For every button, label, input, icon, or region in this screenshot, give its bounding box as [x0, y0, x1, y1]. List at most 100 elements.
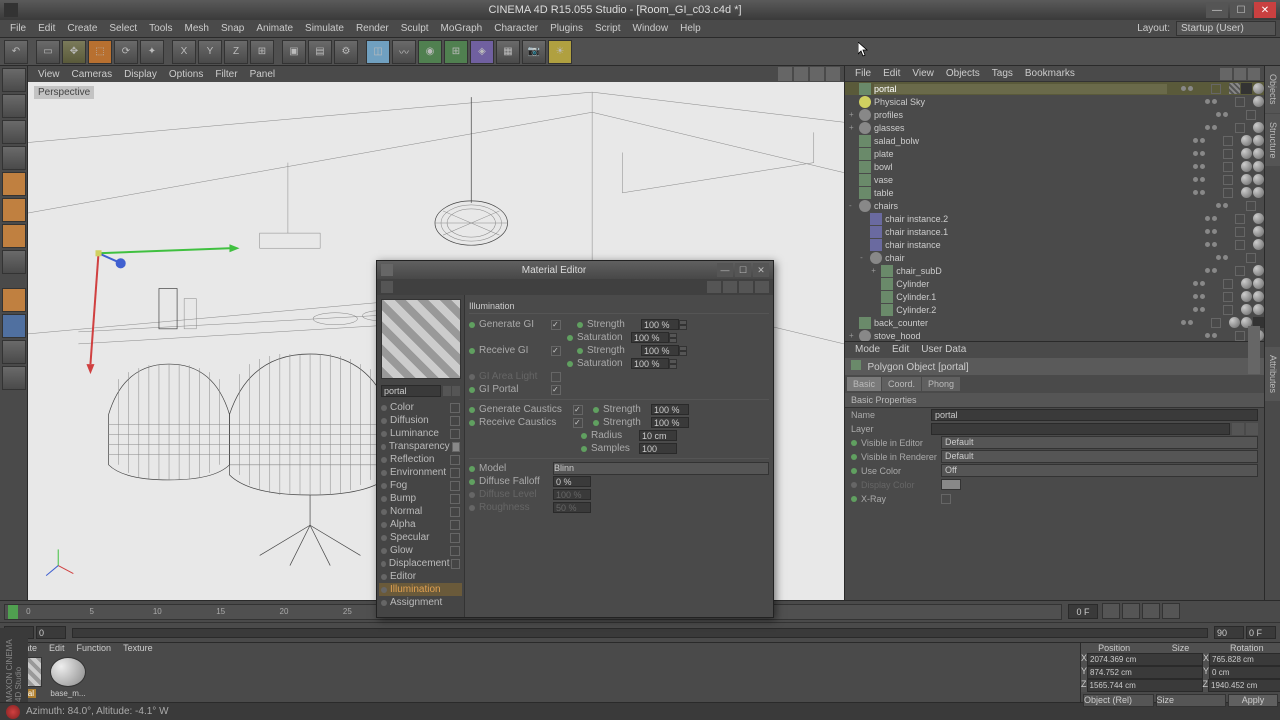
vp-nav-1-icon[interactable] [778, 67, 792, 81]
object-row-portal[interactable]: portal [845, 82, 1264, 95]
tl-view-3-icon[interactable] [1142, 603, 1160, 619]
tl-range-slider[interactable] [72, 628, 1208, 638]
tag-phong-icon[interactable] [1253, 278, 1264, 289]
obj-visibility[interactable] [1191, 333, 1231, 338]
object-row-chair-instance-2[interactable]: chair instance.2 [845, 212, 1264, 225]
menu-script[interactable]: Script [589, 23, 627, 34]
mat-nav-lock-icon[interactable] [739, 281, 753, 293]
obj-visibility[interactable] [1179, 177, 1219, 182]
mat-nav-menu-icon[interactable] [381, 281, 393, 293]
mm-menu-texture[interactable]: Texture [117, 643, 159, 653]
mat-editor-maximize[interactable]: ☐ [735, 263, 751, 277]
axis-y-toggle[interactable]: Y [198, 40, 222, 64]
tweak-mode[interactable] [2, 288, 26, 312]
vp-nav-4-icon[interactable] [826, 67, 840, 81]
mm-menu-function[interactable]: Function [71, 643, 118, 653]
mat-samples-input[interactable] [639, 443, 677, 454]
menu-mograph[interactable]: MoGraph [435, 23, 489, 34]
mat-channel-glow[interactable]: Glow [379, 544, 462, 557]
mat-recv-gi-strength-input[interactable] [641, 345, 679, 356]
select-tool[interactable]: ▭ [36, 40, 60, 64]
tag-phong-icon[interactable] [1253, 161, 1264, 172]
object-row-table[interactable]: table [845, 186, 1264, 199]
obj-enable-check[interactable] [1235, 331, 1245, 341]
object-row-back-counter[interactable]: back_counter [845, 316, 1264, 329]
mat-gen-gi-sat-input[interactable] [631, 332, 669, 343]
tag-phong-icon[interactable] [1241, 174, 1252, 185]
menu-edit[interactable]: Edit [32, 23, 61, 34]
object-row-stove-hood[interactable]: +stove_hood [845, 329, 1264, 341]
expand-icon[interactable]: - [849, 201, 859, 210]
object-row-chair-instance-1[interactable]: chair instance.1 [845, 225, 1264, 238]
coord-size-x[interactable] [1209, 653, 1280, 666]
attr-xray-checkbox[interactable] [941, 494, 951, 504]
mat-channel-editor[interactable]: Editor [379, 570, 462, 583]
channel-checkbox[interactable] [450, 507, 460, 517]
coord-mode-select[interactable]: Object (Rel) [1083, 694, 1154, 707]
expand-icon[interactable]: + [849, 331, 859, 340]
channel-checkbox[interactable] [450, 533, 460, 543]
mat-radius-input[interactable] [639, 430, 677, 441]
obj-visibility[interactable] [1167, 86, 1207, 91]
attr-lock-icon[interactable] [1248, 350, 1260, 362]
tag-phong-icon[interactable] [1253, 187, 1264, 198]
attr-layer-input[interactable] [931, 423, 1230, 435]
mat-channel-alpha[interactable]: Alpha [379, 518, 462, 531]
obj-visibility[interactable] [1202, 203, 1242, 208]
model-mode[interactable] [2, 94, 26, 118]
obj-visibility[interactable] [1179, 307, 1219, 312]
mat-nav-back[interactable] [707, 281, 721, 293]
expand-icon[interactable]: - [860, 253, 870, 262]
object-row-chairs[interactable]: -chairs [845, 199, 1264, 212]
tag-phong-icon[interactable] [1253, 174, 1264, 185]
mat-channel-luminance[interactable]: Luminance [379, 427, 462, 440]
mat-nav-fwd[interactable] [723, 281, 737, 293]
obj-enable-check[interactable] [1223, 188, 1233, 198]
obj-visibility[interactable] [1179, 190, 1219, 195]
last-tool[interactable]: ✦ [140, 40, 164, 64]
mat-channel-diffusion[interactable]: Diffusion [379, 414, 462, 427]
texture-mode[interactable] [2, 120, 26, 144]
axis-mode[interactable] [2, 250, 26, 274]
coord-size-mode-select[interactable]: Size [1156, 694, 1227, 707]
make-editable[interactable] [2, 68, 26, 92]
obj-visibility[interactable] [1191, 99, 1231, 104]
menu-simulate[interactable]: Simulate [299, 23, 350, 34]
obj-visibility[interactable] [1179, 151, 1219, 156]
vp-nav-2-icon[interactable] [794, 67, 808, 81]
attr-menu-edit[interactable]: Edit [886, 344, 915, 355]
tag-phong-icon[interactable] [1241, 304, 1252, 315]
tag-phong-icon[interactable] [1241, 135, 1252, 146]
mat-recv-gi-check[interactable] [551, 346, 561, 356]
obj-enable-check[interactable] [1246, 253, 1256, 263]
maximize-button[interactable]: ☐ [1230, 2, 1252, 18]
object-row-bowl[interactable]: bowl [845, 160, 1264, 173]
tag-dark-icon[interactable] [1241, 83, 1252, 94]
obj-enable-check[interactable] [1223, 136, 1233, 146]
light-tool[interactable]: ☀ [548, 40, 572, 64]
vp-menu-display[interactable]: Display [118, 69, 163, 80]
mm-menu-edit[interactable]: Edit [43, 643, 71, 653]
obj-visibility[interactable] [1167, 320, 1207, 325]
attr-tab-basic[interactable]: Basic [847, 377, 881, 391]
attr-back-icon[interactable] [1248, 326, 1260, 338]
coord-pos-x[interactable] [1087, 653, 1203, 666]
object-row-profiles[interactable]: +profiles [845, 108, 1264, 121]
om-search-icon[interactable] [1220, 68, 1232, 80]
channel-checkbox[interactable] [450, 455, 460, 465]
coord-apply-button[interactable]: Apply [1228, 694, 1278, 707]
move-tool[interactable]: ✥ [62, 40, 86, 64]
mat-diffuse-falloff-input[interactable] [553, 476, 591, 487]
mat-prev-button[interactable] [443, 386, 451, 396]
om-view-icon[interactable] [1248, 68, 1260, 80]
mat-gen-caustics-check[interactable] [573, 405, 583, 415]
obj-visibility[interactable] [1191, 242, 1231, 247]
om-menu-view[interactable]: View [906, 68, 940, 79]
object-row-cylinder-2[interactable]: Cylinder.2 [845, 303, 1264, 316]
quantize-mode[interactable] [2, 366, 26, 390]
expand-icon[interactable]: + [849, 123, 859, 132]
obj-visibility[interactable] [1191, 229, 1231, 234]
menu-window[interactable]: Window [627, 23, 675, 34]
mat-model-select[interactable]: Blinn [553, 462, 769, 475]
tag-striped-icon[interactable] [1229, 83, 1240, 94]
